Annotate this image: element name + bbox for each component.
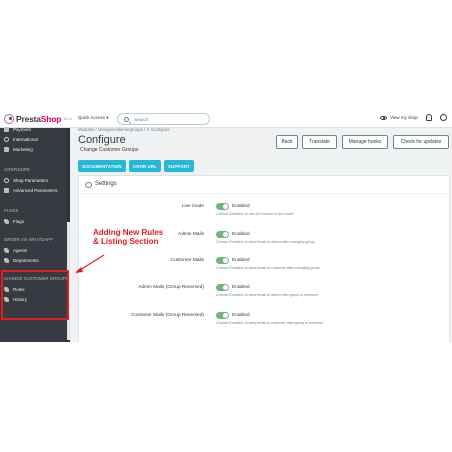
admin-window: PrestaShop 8.1.x Quick Access ▾ Search V… (0, 110, 452, 342)
annotation-arrow (75, 254, 105, 273)
